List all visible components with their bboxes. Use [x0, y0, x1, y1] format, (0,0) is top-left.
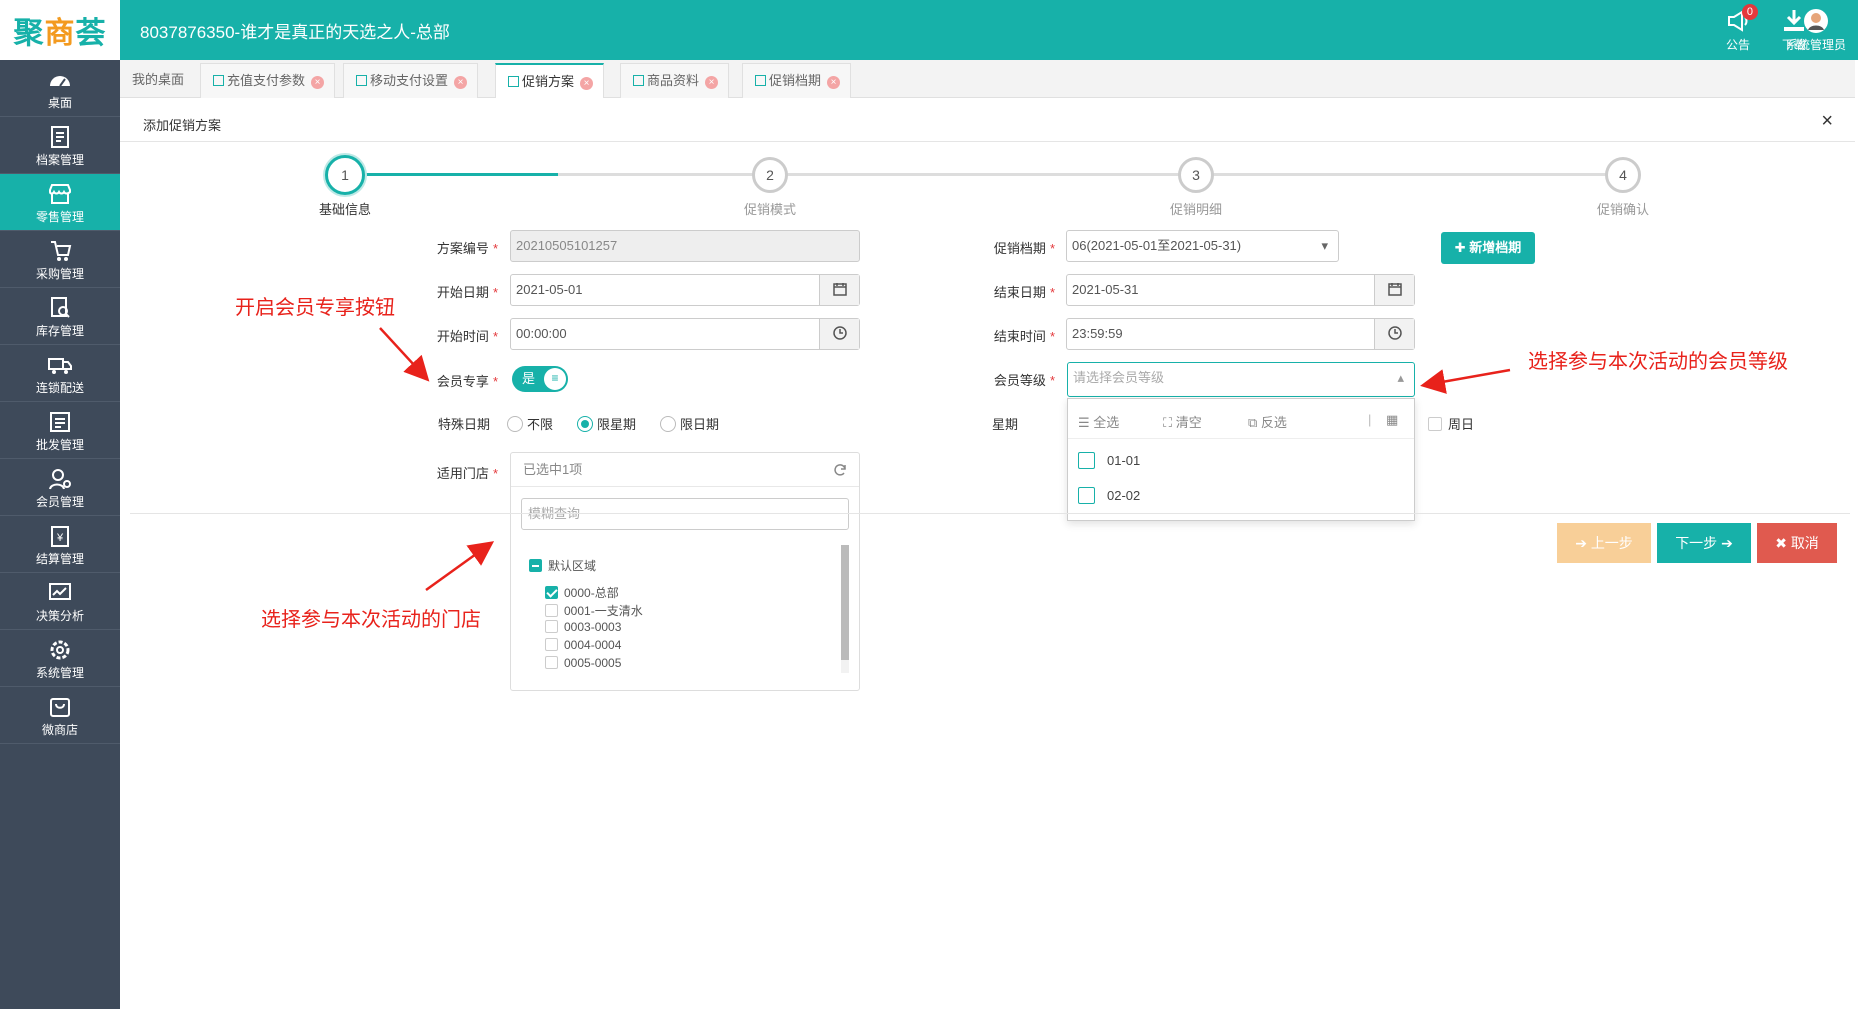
arrow-member-level: [1420, 368, 1511, 394]
arrow-stores: [425, 541, 495, 592]
annotation-arrows: [379, 327, 1511, 592]
arrow-member-toggle: [379, 327, 430, 382]
